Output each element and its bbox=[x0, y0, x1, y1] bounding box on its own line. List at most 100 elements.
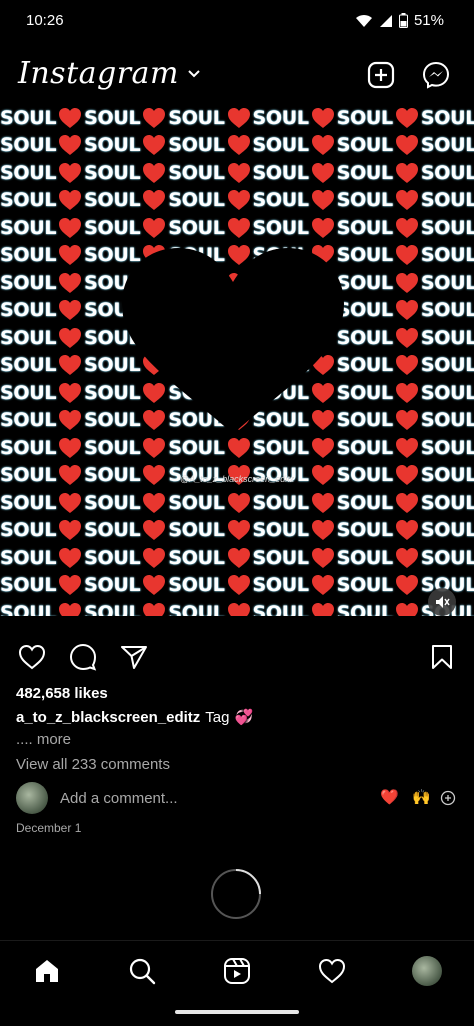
pattern-cell: SOUL bbox=[0, 602, 84, 616]
instagram-logo: Instagram bbox=[18, 56, 179, 91]
red-heart-icon bbox=[59, 437, 82, 458]
pattern-word: SOUL bbox=[336, 546, 393, 569]
pattern-word: SOUL bbox=[0, 271, 57, 294]
search-icon[interactable] bbox=[126, 955, 158, 987]
share-icon[interactable] bbox=[119, 642, 149, 672]
pattern-cell: SOUL bbox=[253, 107, 337, 129]
pattern-cell: SOUL bbox=[421, 382, 474, 404]
red-heart-icon bbox=[395, 547, 418, 568]
red-heart-icon bbox=[143, 190, 166, 211]
pattern-word: SOUL bbox=[252, 546, 309, 569]
messenger-icon[interactable] bbox=[421, 60, 451, 90]
red-heart-icon bbox=[395, 245, 418, 266]
pattern-cell: SOUL bbox=[421, 244, 474, 266]
red-heart-icon bbox=[143, 520, 166, 541]
red-heart-icon bbox=[59, 245, 82, 266]
add-reaction-icon[interactable] bbox=[440, 790, 456, 810]
pattern-cell: SOUL bbox=[337, 464, 421, 486]
bottom-nav bbox=[0, 940, 474, 1005]
pattern-cell: SOUL bbox=[337, 217, 421, 239]
pattern-cell: SOUL bbox=[84, 464, 168, 486]
heart-icon[interactable] bbox=[17, 642, 47, 672]
pattern-word: SOUL bbox=[84, 546, 141, 569]
signal-icon bbox=[379, 14, 392, 27]
pattern-cell: SOUL bbox=[421, 519, 474, 541]
red-heart-icon bbox=[311, 135, 334, 156]
pattern-cell: SOUL bbox=[337, 107, 421, 129]
pattern-word: SOUL bbox=[252, 216, 309, 239]
pattern-word: SOUL bbox=[420, 271, 474, 294]
profile-tab[interactable] bbox=[411, 955, 443, 987]
pattern-cell: SOUL bbox=[253, 189, 337, 211]
pattern-word: SOUL bbox=[168, 519, 225, 542]
pattern-word: SOUL bbox=[420, 409, 474, 432]
pattern-word: SOUL bbox=[0, 409, 57, 432]
pattern-word: SOUL bbox=[168, 574, 225, 597]
red-heart-icon bbox=[311, 217, 334, 238]
red-heart-icon bbox=[395, 135, 418, 156]
pattern-word: SOUL bbox=[0, 519, 57, 542]
red-heart-icon bbox=[395, 602, 418, 616]
mute-button[interactable] bbox=[428, 588, 456, 616]
pattern-row: SOULSOULSOULSOULSOULSOUL bbox=[0, 544, 474, 572]
red-heart-icon bbox=[395, 300, 418, 321]
pattern-word: SOUL bbox=[252, 189, 309, 212]
pattern-cell: SOUL bbox=[0, 547, 84, 569]
pattern-word: SOUL bbox=[420, 326, 474, 349]
add-comment-input[interactable]: Add a comment... bbox=[60, 790, 178, 807]
pattern-cell: SOUL bbox=[421, 299, 474, 321]
red-heart-icon bbox=[311, 492, 334, 513]
pattern-cell: SOUL bbox=[421, 162, 474, 184]
red-heart-icon bbox=[59, 300, 82, 321]
likes-count[interactable]: 482,658 likes bbox=[16, 685, 108, 702]
pattern-cell: SOUL bbox=[253, 492, 337, 514]
pattern-cell: SOUL bbox=[421, 354, 474, 376]
watermark: @A_to_z_blackscreen_editz bbox=[180, 474, 295, 484]
pattern-cell: SOUL bbox=[84, 107, 168, 129]
comment-icon[interactable] bbox=[68, 642, 98, 672]
red-heart-icon bbox=[59, 190, 82, 211]
wifi-icon bbox=[355, 14, 372, 27]
quick-reaction-raised-hands[interactable]: 🙌 bbox=[412, 788, 431, 806]
pattern-word: SOUL bbox=[420, 134, 474, 157]
pattern-cell: SOUL bbox=[0, 134, 84, 156]
pattern-row: SOULSOULSOULSOULSOULSOUL bbox=[0, 572, 474, 600]
red-heart-icon bbox=[59, 162, 82, 183]
avatar bbox=[412, 956, 442, 986]
pattern-word: SOUL bbox=[420, 299, 474, 322]
pattern-word: SOUL bbox=[168, 546, 225, 569]
pattern-word: SOUL bbox=[420, 381, 474, 404]
pattern-cell: SOUL bbox=[253, 602, 337, 616]
red-heart-icon bbox=[59, 410, 82, 431]
caption-username[interactable]: a_to_z_blackscreen_editz bbox=[16, 709, 200, 726]
add-post-icon[interactable] bbox=[366, 60, 396, 90]
red-heart-icon bbox=[311, 520, 334, 541]
avatar bbox=[16, 782, 48, 814]
red-heart-icon bbox=[143, 575, 166, 596]
pattern-cell: SOUL bbox=[0, 217, 84, 239]
red-heart-icon bbox=[59, 135, 82, 156]
bookmark-icon[interactable] bbox=[427, 642, 457, 672]
pattern-word: SOUL bbox=[0, 464, 57, 487]
pattern-word: SOUL bbox=[0, 601, 57, 616]
home-icon[interactable] bbox=[31, 955, 63, 987]
pattern-word: SOUL bbox=[0, 134, 57, 157]
reels-icon[interactable] bbox=[221, 955, 253, 987]
pattern-cell: SOUL bbox=[337, 272, 421, 294]
pattern-word: SOUL bbox=[420, 189, 474, 212]
home-indicator[interactable] bbox=[175, 1010, 299, 1014]
caption-more-link[interactable]: .... more bbox=[16, 731, 71, 748]
activity-icon[interactable] bbox=[316, 955, 348, 987]
post-media[interactable]: SOUL SOUL SOUL SOUL SOUL SOUL SOUL SOUL SOUL SOUL… bbox=[0, 104, 474, 616]
quick-reaction-heart[interactable]: ❤️ bbox=[380, 788, 399, 806]
brand-switcher[interactable]: Instagram bbox=[18, 56, 201, 91]
pattern-word: SOUL bbox=[336, 574, 393, 597]
pattern-word: SOUL bbox=[336, 189, 393, 212]
view-comments-link[interactable]: View all 233 comments bbox=[16, 756, 170, 773]
red-heart-icon bbox=[227, 135, 250, 156]
status-bar: 10:26 51% bbox=[0, 0, 474, 44]
pattern-word: SOUL bbox=[84, 464, 141, 487]
red-heart-icon bbox=[311, 162, 334, 183]
pattern-cell: SOUL bbox=[0, 354, 84, 376]
battery-icon bbox=[398, 13, 408, 28]
